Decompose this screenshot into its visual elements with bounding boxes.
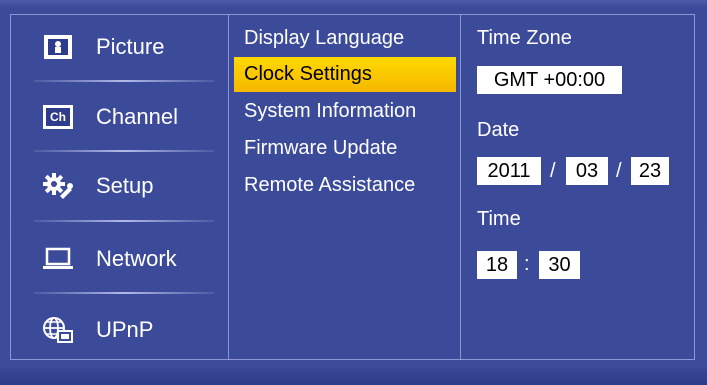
date-day-field[interactable]: 23 bbox=[631, 157, 669, 185]
menu-label: Firmware Update bbox=[244, 137, 398, 159]
nav-label-upnp: UPnP bbox=[96, 317, 154, 342]
menu-label: Remote Assistance bbox=[244, 174, 416, 196]
nav-divider bbox=[34, 220, 214, 222]
laptop-icon bbox=[42, 246, 74, 272]
date-month-field[interactable]: 03 bbox=[566, 157, 608, 185]
time-hour-field[interactable]: 18 bbox=[477, 251, 517, 279]
nav-item-channel[interactable]: Ch Channel bbox=[26, 92, 216, 142]
time-minute-field[interactable]: 30 bbox=[539, 251, 580, 279]
channel-icon: Ch bbox=[42, 104, 74, 130]
menu-item-clock-settings[interactable]: Clock Settings bbox=[234, 57, 456, 92]
bottom-bar bbox=[0, 368, 707, 385]
nav-label-network: Network bbox=[96, 246, 177, 271]
nav-item-setup[interactable]: Setup bbox=[26, 161, 216, 211]
date-label: Date bbox=[477, 119, 520, 141]
menu-label: Display Language bbox=[244, 27, 405, 49]
time-separator: : bbox=[524, 253, 530, 275]
gear-wrench-icon bbox=[42, 173, 74, 199]
globe-device-icon bbox=[42, 317, 74, 343]
nav-label-channel: Channel bbox=[96, 104, 178, 129]
menu-label: System Information bbox=[244, 100, 417, 122]
time-zone-field[interactable]: GMT +00:00 bbox=[477, 66, 622, 94]
menu-item-display-language[interactable]: Display Language bbox=[234, 21, 456, 56]
menu-item-firmware-update[interactable]: Firmware Update bbox=[234, 131, 456, 166]
menu-label: Clock Settings bbox=[244, 63, 372, 85]
time-label: Time bbox=[477, 208, 521, 230]
time-zone-label: Time Zone bbox=[477, 27, 572, 49]
date-separator: / bbox=[616, 160, 622, 182]
date-year-field[interactable]: 2011 bbox=[477, 157, 541, 185]
nav-divider bbox=[34, 292, 214, 294]
menu-item-system-information[interactable]: System Information bbox=[234, 94, 456, 129]
date-separator: / bbox=[550, 160, 556, 182]
nav-item-network[interactable]: Network bbox=[26, 234, 216, 284]
picture-icon bbox=[42, 34, 74, 60]
nav-label-picture: Picture bbox=[96, 34, 165, 59]
nav-divider bbox=[34, 150, 214, 152]
column-divider-left bbox=[228, 14, 229, 360]
nav-item-upnp[interactable]: UPnP bbox=[26, 305, 216, 355]
column-divider-right bbox=[460, 14, 461, 360]
nav-label-setup: Setup bbox=[96, 173, 154, 198]
nav-divider bbox=[34, 80, 214, 82]
menu-item-remote-assistance[interactable]: Remote Assistance bbox=[234, 168, 456, 203]
nav-item-picture[interactable]: Picture bbox=[26, 22, 216, 72]
